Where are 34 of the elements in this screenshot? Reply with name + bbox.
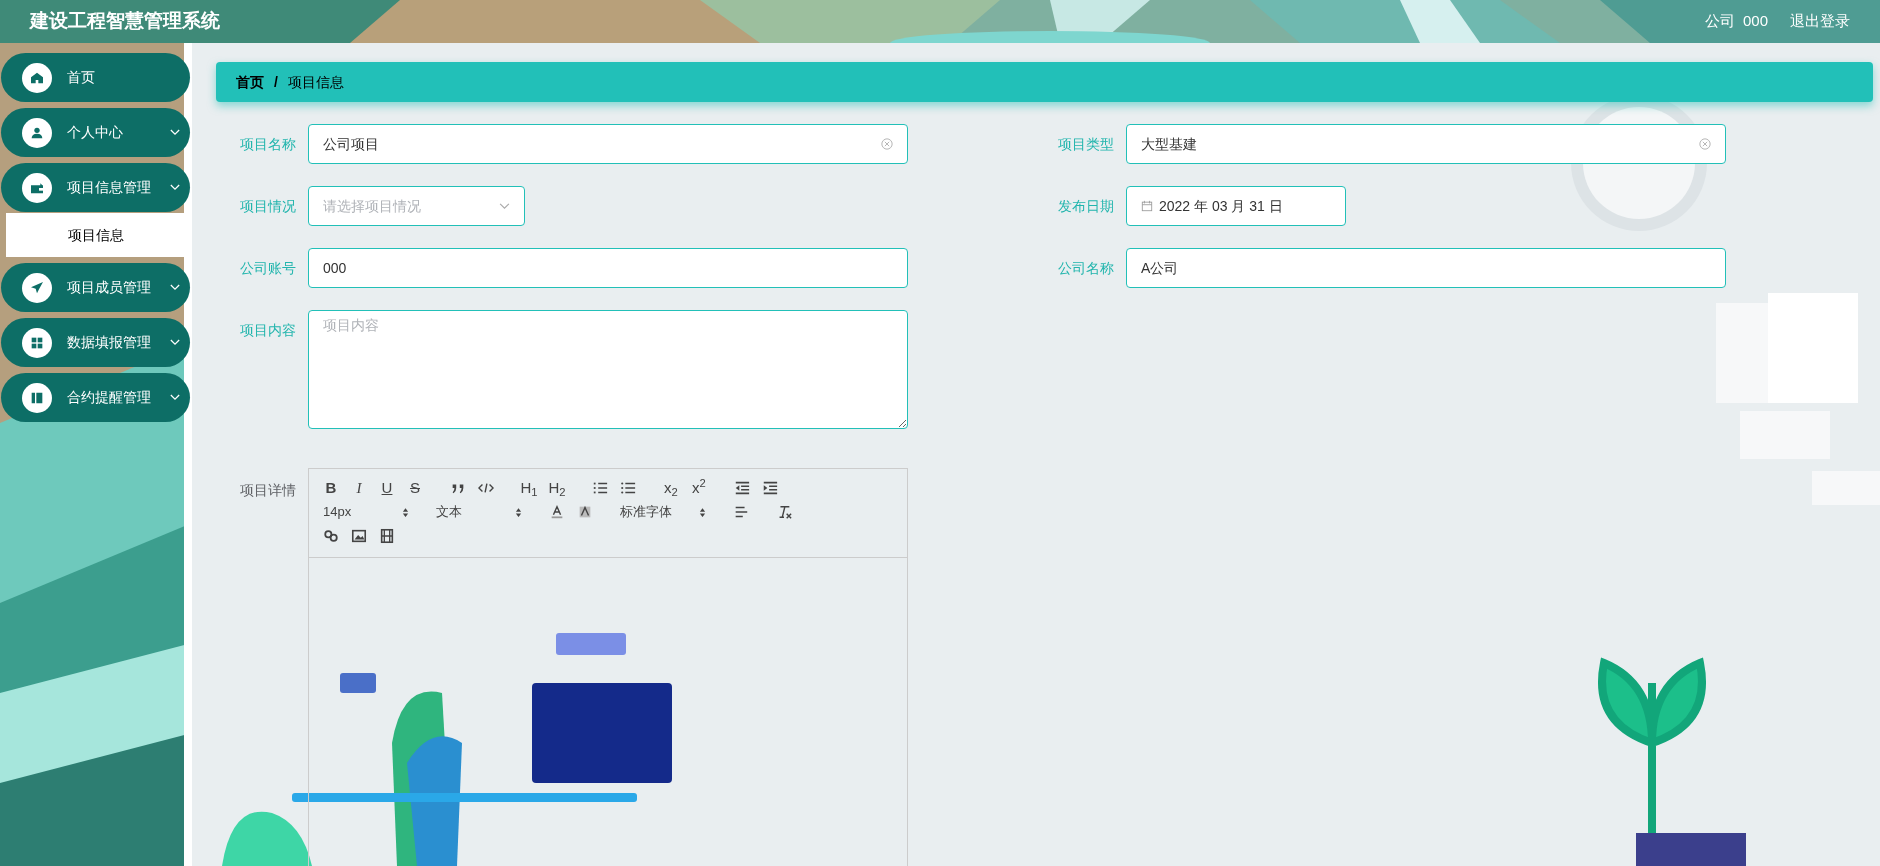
field-label: 项目详情 (239, 481, 297, 500)
field-label: 项目情况 (239, 197, 297, 216)
field-label: 公司名称 (1057, 259, 1115, 278)
field-label: 项目名称 (239, 135, 297, 154)
field-label: 发布日期 (1057, 197, 1115, 216)
script-button[interactable]: x$_{2}$ (657, 476, 685, 500)
underline-button[interactable]: U (373, 476, 401, 500)
dropdown-picker[interactable]: 14px (317, 500, 415, 524)
up-down-arrows-icon (402, 506, 409, 518)
text-field[interactable]: A公司 (1126, 248, 1726, 288)
text-field[interactable]: 000 (308, 248, 908, 288)
breadcrumb-link[interactable]: 首页 (236, 71, 264, 93)
text-area[interactable]: 项目内容 (308, 310, 908, 429)
up-down-arrows-icon (699, 506, 706, 518)
calendar-icon (1141, 200, 1153, 212)
breadcrumb-current: 项目信息 (287, 72, 344, 92)
breadcrumb-separator: / (274, 72, 278, 92)
dropdown-picker[interactable]: 标准字体 (614, 500, 712, 524)
text-field[interactable]: 大型基建 (1126, 124, 1726, 164)
text-field[interactable]: 公司项目 (308, 124, 908, 164)
script-button[interactable]: x$^{2}$ (685, 476, 713, 500)
heading-button[interactable]: H$_{2}$ (543, 476, 571, 500)
italic-button[interactable]: I (345, 476, 373, 500)
date-field[interactable]: 2022 年 03 月 31 日 (1126, 186, 1346, 226)
heading-button[interactable]: H$_{1}$ (515, 476, 543, 500)
dropdown-picker[interactable]: 文本 (430, 500, 528, 524)
bold-button[interactable]: B (317, 476, 345, 500)
chevron-down-icon (499, 202, 510, 210)
rich-text-editor[interactable]: B I U S H$_{1}$ H$_{2}$ x$_{2}$ x$^{2}$ 14px 文本 标准字体 (308, 468, 908, 866)
up-down-arrows-icon (515, 506, 522, 518)
field-label: 项目内容 (239, 321, 297, 340)
field-label: 公司账号 (239, 259, 297, 278)
field-label: 项目类型 (1057, 135, 1115, 154)
strikethrough-button[interactable]: S (401, 476, 429, 500)
